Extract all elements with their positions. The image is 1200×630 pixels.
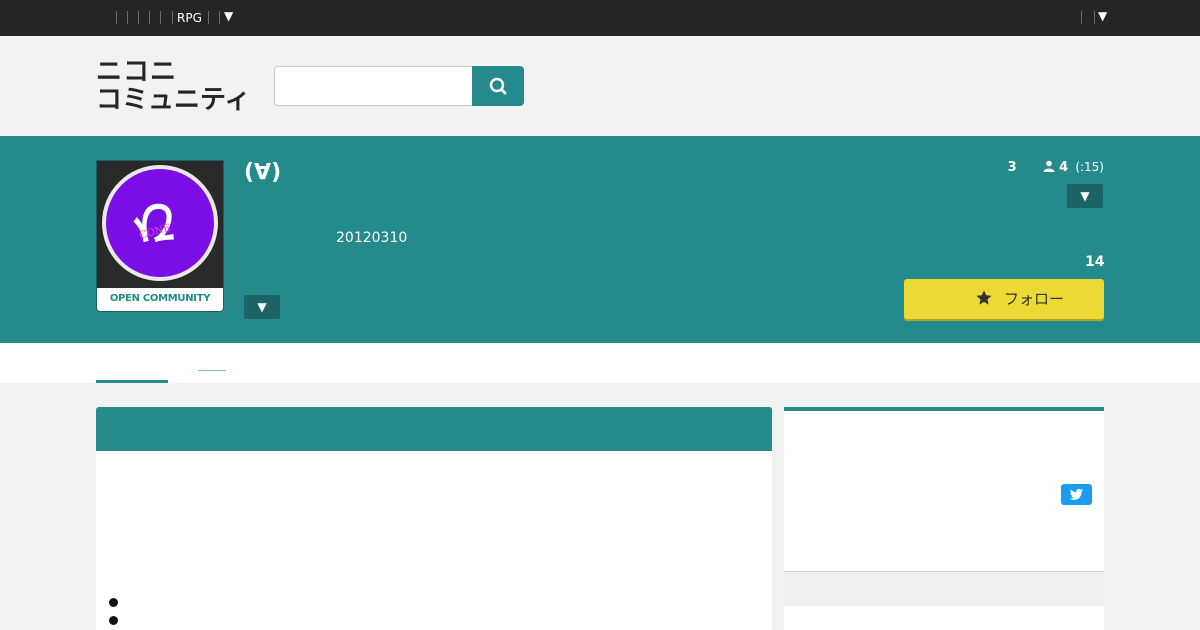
member-count: 4 [1059, 160, 1069, 175]
search-input[interactable] [274, 66, 473, 106]
search-icon [489, 77, 507, 95]
nav-divider [172, 11, 173, 24]
creation-date: 20120310 [336, 230, 408, 246]
community-info-card [96, 407, 772, 630]
user-menu-dropdown[interactable]: ▼ [1098, 9, 1107, 23]
community-tabs: ＿＿ [0, 343, 1200, 383]
nav-divider [1094, 11, 1095, 24]
list-bullet [109, 598, 118, 607]
member-count-sub: (:15) [1075, 160, 1104, 174]
thumbnail-caption: OPEN COMMUNITY [109, 293, 211, 304]
site-logo[interactable]: ニコニ コミュニティ [96, 58, 256, 114]
level-value: 3 [1007, 160, 1017, 175]
list-bullet [109, 616, 118, 625]
stats-dropdown[interactable]: ▼ [1067, 184, 1103, 208]
follow-button-label: フォロー [1004, 290, 1065, 308]
community-banner: ひ CONE OPEN COMMUNITY (∀) 20120310 ▼ 3 4… [0, 136, 1200, 343]
nav-divider [116, 11, 117, 24]
twitter-icon [1069, 488, 1083, 500]
follow-button[interactable]: フォロー [904, 279, 1104, 319]
nav-link-rpg[interactable]: RPG [177, 10, 202, 26]
nav-divider [138, 11, 139, 24]
community-info-dropdown[interactable]: ▼ [244, 295, 280, 319]
svg-text:ひ: ひ [132, 196, 178, 250]
sidebar-share-card [784, 407, 1104, 572]
card-header [96, 407, 772, 451]
search-button[interactable] [472, 66, 524, 106]
tab-top[interactable] [96, 343, 168, 383]
community-stats: 3 4 (:15) [1008, 160, 1104, 175]
tab-second[interactable]: ＿＿ [198, 354, 226, 374]
logo-line-1: ニコニ [96, 57, 178, 87]
sidebar-section-header [784, 573, 1104, 606]
nav-menu-dropdown[interactable]: ▼ [224, 9, 233, 23]
star-icon [976, 290, 992, 305]
nav-divider [127, 11, 128, 24]
sidebar-card [784, 606, 1104, 630]
nav-divider [1081, 11, 1082, 24]
twitter-share-button[interactable] [1061, 484, 1092, 505]
nav-divider [160, 11, 161, 24]
nav-divider [219, 11, 220, 24]
community-title: (∀) [244, 160, 282, 185]
logo-line-2: コミュニティ [96, 85, 251, 115]
site-header: ニコニ コミュニティ [0, 36, 1200, 136]
nav-divider [208, 11, 209, 24]
nav-divider [149, 11, 150, 24]
user-icon [1043, 160, 1055, 172]
community-thumbnail[interactable]: ひ CONE OPEN COMMUNITY [96, 160, 224, 312]
follower-count: 14 [1085, 254, 1105, 270]
community-icon-image: ひ CONE [97, 161, 223, 288]
global-nav-bar: RPG ▼ ▼ [0, 0, 1200, 36]
